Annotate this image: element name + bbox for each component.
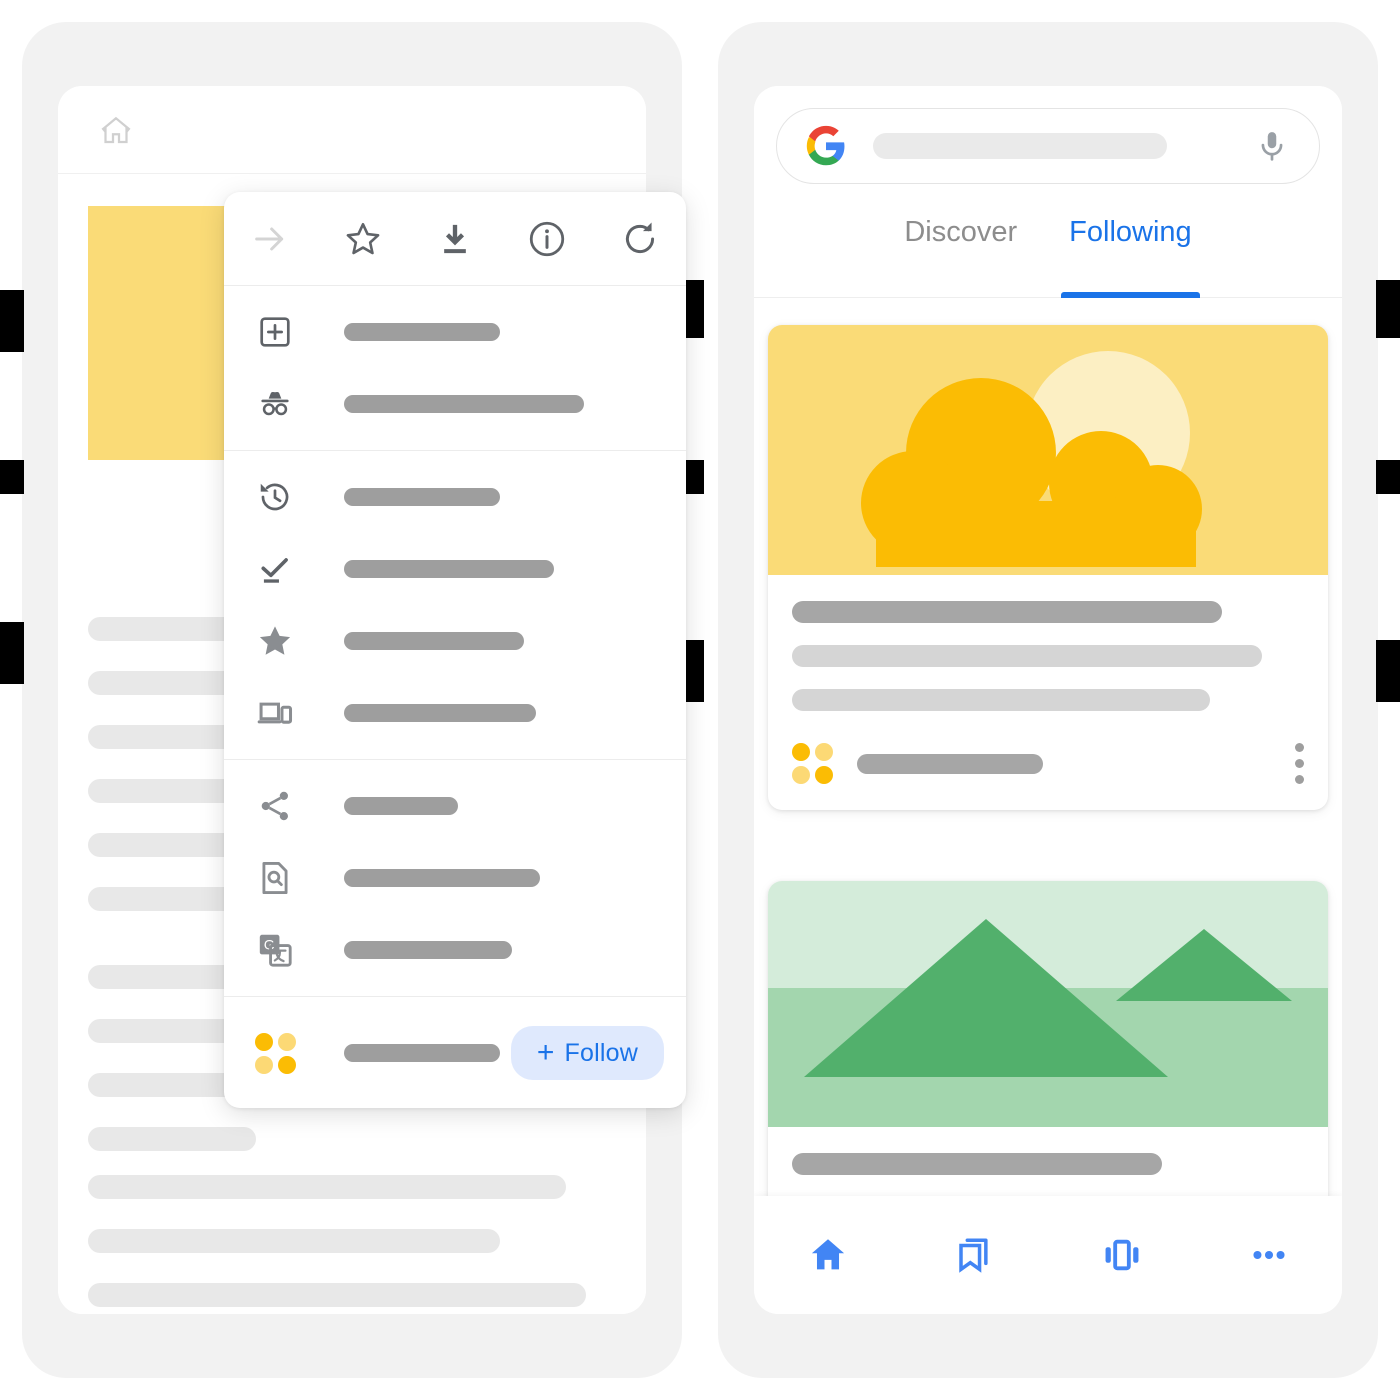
- translate-icon: G: [250, 931, 300, 969]
- menu-item-history[interactable]: [224, 461, 686, 533]
- feed-card-mountains[interactable]: [768, 881, 1328, 1241]
- menu-group-tabs: [224, 286, 686, 451]
- find-in-page-icon: [250, 859, 300, 897]
- left-phone-side-button-mid[interactable]: [0, 460, 24, 494]
- recent-tabs-icon: [250, 694, 300, 732]
- history-icon: [250, 478, 300, 516]
- nav-bookmarks-button[interactable]: [901, 1234, 1048, 1276]
- tab-following-label: Following: [1069, 216, 1192, 248]
- card-source-label: [857, 753, 1043, 774]
- menu-group-follow: + Follow: [224, 997, 686, 1109]
- left-phone-device: G + Follow: [0, 22, 704, 1378]
- menu-item-find-in-page[interactable]: [224, 842, 686, 914]
- card-sub-line: [792, 689, 1210, 711]
- discover-header: Discover Following: [754, 86, 1342, 298]
- card-title-line: [792, 601, 1222, 623]
- page-skeleton-line: [88, 1229, 500, 1253]
- page-skeleton-line: [88, 1175, 566, 1199]
- downloads-check-icon: [250, 550, 300, 588]
- menu-item-label: [344, 323, 500, 341]
- four-dot-source-icon: [792, 743, 833, 784]
- left-phone-screen: G + Follow: [58, 86, 686, 1314]
- incognito-icon: [250, 385, 300, 423]
- microphone-icon[interactable]: [1255, 125, 1289, 167]
- nav-tab-switcher-button[interactable]: [1048, 1234, 1195, 1276]
- right-phone-screen: Discover Following: [754, 86, 1342, 1314]
- mountains-illustration: [768, 881, 1328, 1127]
- menu-item-follow-source[interactable]: + Follow: [224, 1007, 686, 1099]
- tab-discover[interactable]: Discover: [904, 198, 1017, 298]
- forward-arrow-icon[interactable]: [224, 192, 316, 286]
- page-skeleton-line: [88, 1127, 256, 1151]
- tab-following[interactable]: Following: [1061, 198, 1200, 298]
- menu-item-new-tab[interactable]: [224, 296, 686, 368]
- plus-icon: +: [536, 1036, 555, 1069]
- nav-more-button[interactable]: [1195, 1234, 1342, 1276]
- follow-button-label: Follow: [564, 1038, 638, 1067]
- menu-group-library: [224, 451, 686, 760]
- feed-tabs: Discover Following: [754, 198, 1342, 298]
- tab-discover-label: Discover: [904, 216, 1018, 248]
- menu-item-label: [344, 488, 500, 506]
- menu-item-downloads[interactable]: [224, 533, 686, 605]
- menu-item-translate[interactable]: G: [224, 914, 686, 986]
- right-phone-side-button-mid[interactable]: [1376, 460, 1400, 494]
- star-outline-icon[interactable]: [316, 192, 408, 286]
- info-circle-icon[interactable]: [501, 192, 593, 286]
- menu-item-label: [344, 941, 512, 959]
- right-phone-side-button-top[interactable]: [1376, 280, 1400, 338]
- nav-home-button[interactable]: [754, 1234, 901, 1276]
- menu-item-bookmarks[interactable]: [224, 605, 686, 677]
- feed-card-weather-text: [768, 575, 1328, 711]
- home-icon[interactable]: [98, 112, 134, 148]
- follow-source-dots-icon: [250, 1032, 300, 1074]
- menu-item-label: [344, 869, 540, 887]
- menu-item-label: [344, 1044, 500, 1062]
- google-g-icon: [805, 125, 847, 167]
- menu-item-label: [344, 395, 584, 413]
- menu-item-incognito[interactable]: [224, 368, 686, 440]
- menu-group-page-actions: G: [224, 760, 686, 997]
- left-phone-side-button-top[interactable]: [0, 290, 24, 352]
- reload-icon[interactable]: [594, 192, 686, 286]
- menu-item-label: [344, 704, 536, 722]
- download-icon[interactable]: [409, 192, 501, 286]
- browser-overflow-menu: G + Follow: [224, 192, 686, 1108]
- menu-item-share[interactable]: [224, 770, 686, 842]
- discover-feed: [754, 299, 1342, 1241]
- weather-sun-cloud-illustration: [768, 325, 1328, 575]
- share-icon: [250, 787, 300, 825]
- menu-item-label: [344, 797, 458, 815]
- browser-toolbar: [58, 86, 646, 174]
- menu-item-recent-tabs[interactable]: [224, 677, 686, 749]
- card-title-line: [792, 1153, 1162, 1175]
- bookmarks-star-icon: [250, 621, 300, 661]
- feed-card-weather-footer: [768, 733, 1328, 810]
- feed-card-weather[interactable]: [768, 325, 1328, 810]
- kebab-menu-icon[interactable]: [1295, 743, 1304, 784]
- search-input[interactable]: [873, 133, 1167, 159]
- right-phone-side-button-bottom[interactable]: [1376, 640, 1400, 702]
- follow-button[interactable]: + Follow: [510, 1026, 664, 1080]
- screenshot-stage: G + Follow Discover Following: [0, 0, 1400, 1400]
- card-sub-line: [792, 645, 1262, 667]
- new-tab-icon: [250, 313, 300, 351]
- left-phone-side-button-bottom[interactable]: [0, 622, 24, 684]
- menu-quick-actions-row: [224, 192, 686, 286]
- right-phone-device: Discover Following: [718, 22, 1400, 1378]
- search-bar[interactable]: [776, 108, 1320, 184]
- menu-item-label: [344, 632, 524, 650]
- tab-active-indicator: [1061, 292, 1200, 298]
- menu-item-label: [344, 560, 554, 578]
- bottom-navigation-bar: [754, 1196, 1342, 1314]
- page-skeleton-line: [88, 1283, 586, 1307]
